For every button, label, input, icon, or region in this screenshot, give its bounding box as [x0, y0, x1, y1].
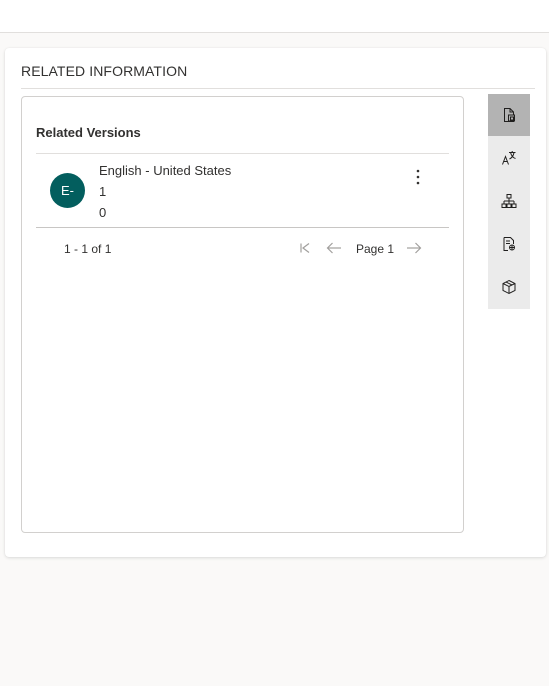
- card-divider-bottom: [36, 227, 449, 228]
- related-information-panel: RELATED INFORMATION Related Versions E- …: [5, 48, 546, 557]
- package-icon: [502, 279, 516, 295]
- panel-title: RELATED INFORMATION: [21, 63, 188, 79]
- translate-icon: [502, 151, 516, 165]
- pager-page-label: Page 1: [356, 242, 395, 256]
- panel-divider: [21, 88, 535, 89]
- more-options-button[interactable]: [406, 166, 430, 188]
- rail-button-package[interactable]: [488, 266, 530, 308]
- version-language: English - United States: [99, 163, 232, 178]
- document-analysis-icon: [503, 237, 515, 251]
- hierarchy-icon: [501, 194, 517, 208]
- more-vertical-icon: [416, 169, 420, 185]
- list-item[interactable]: E- English - United States 1 0: [36, 154, 449, 227]
- pager-count: 1 - 1 of 1: [64, 242, 112, 256]
- rail-button-related-documents[interactable]: [488, 94, 530, 136]
- related-versions-card: Related Versions E- English - United Sta…: [21, 96, 464, 533]
- rail-button-hierarchy[interactable]: [488, 180, 530, 222]
- related-versions-title: Related Versions: [36, 125, 141, 140]
- version-value-1: 1: [99, 184, 107, 199]
- version-value-2: 0: [99, 205, 107, 220]
- first-page-icon: [300, 243, 310, 253]
- avatar: E-: [50, 173, 85, 208]
- rail-button-translations[interactable]: [488, 137, 530, 179]
- avatar-initials: E-: [61, 183, 74, 198]
- next-page-button[interactable]: [404, 238, 424, 258]
- document-related-icon: [504, 108, 515, 122]
- rail-button-document-analysis[interactable]: [488, 223, 530, 265]
- arrow-left-icon: [326, 242, 341, 254]
- arrow-right-icon: [407, 242, 422, 254]
- first-page-button[interactable]: [295, 238, 315, 258]
- side-rail: [488, 94, 530, 309]
- top-bar: [0, 0, 549, 33]
- previous-page-button[interactable]: [324, 238, 344, 258]
